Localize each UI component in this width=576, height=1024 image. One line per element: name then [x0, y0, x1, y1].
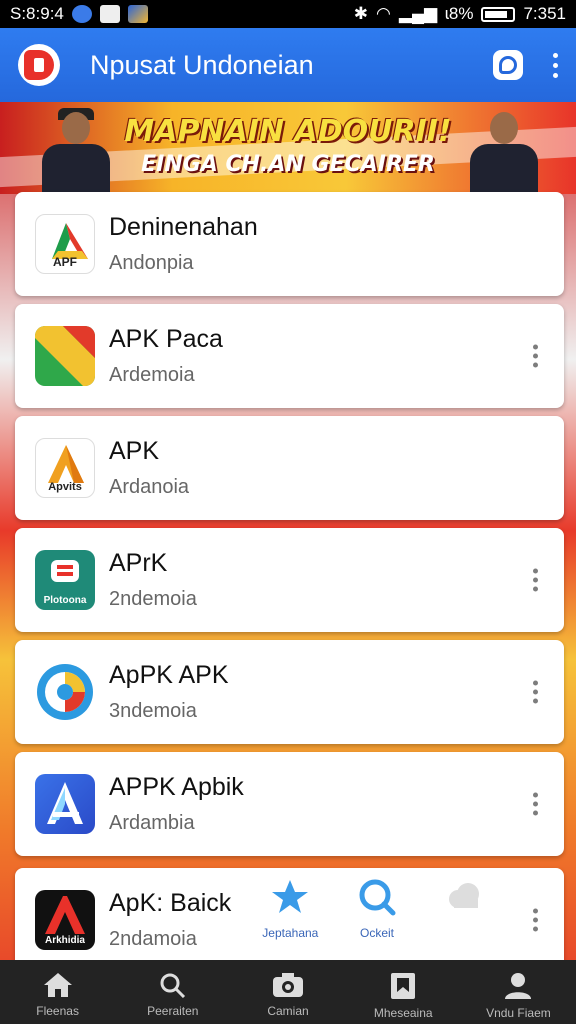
item-menu-icon[interactable]	[533, 680, 538, 704]
nav-item-home[interactable]: Fleenas	[0, 960, 115, 1024]
overflow-menu-icon[interactable]	[553, 52, 558, 78]
nav-item-camera[interactable]: Camian	[230, 960, 345, 1024]
list-item[interactable]: APF Deninenahan Andonpia	[15, 192, 564, 296]
app-subtitle: Ardemoia	[109, 364, 195, 386]
main-content[interactable]: MAPNAIN ADOURII! EINGA CH.AN GECAIRER AP…	[0, 102, 576, 960]
wifi-icon: ◠	[376, 4, 391, 23]
shield-icon[interactable]	[493, 50, 523, 80]
app-subtitle: 2ndemoia	[109, 588, 197, 610]
google-drive-like-icon: APF	[35, 214, 95, 274]
nav-label: Fleenas	[36, 1004, 79, 1018]
circle-swirl-icon	[35, 662, 95, 722]
app-logo-icon[interactable]	[18, 44, 60, 86]
orange-a-icon: Apvits	[35, 438, 95, 498]
app-subtitle: Andonpia	[109, 252, 194, 274]
bookmark-icon	[391, 973, 416, 999]
app-name: Deninenahan	[109, 213, 258, 241]
app-name: APrK	[109, 549, 168, 577]
status-time-left: S:8:9:4	[10, 4, 64, 23]
app-name: ApPK APK	[109, 661, 229, 689]
app-subtitle: 3ndemoia	[109, 700, 197, 722]
nav-item-search[interactable]: Peeraiten	[115, 960, 230, 1024]
camera-icon	[273, 973, 303, 997]
item-menu-icon[interactable]	[533, 792, 538, 816]
app-name: ApK: Baick	[109, 889, 232, 917]
battery-icon	[481, 6, 516, 22]
item-menu-icon[interactable]	[533, 908, 538, 932]
battery-percent: ɩ8%	[445, 4, 474, 23]
nav-item-profile[interactable]: Vndu Fiaem	[461, 960, 576, 1024]
bottom-navigation: Fleenas Peeraiten Camian Mheseaina Vndu …	[0, 960, 576, 1024]
nav-label: Vndu Fiaem	[486, 1006, 551, 1020]
camera-notification-icon	[99, 5, 120, 23]
list-item[interactable]: APPK Apbik Ardambia	[15, 752, 564, 856]
app-name: APK Paca	[109, 325, 223, 353]
banner-title: MAPNAIN ADOURII!	[124, 114, 452, 149]
nav-label: Camian	[267, 1004, 309, 1018]
item-menu-icon[interactable]	[533, 568, 538, 592]
status-bar: S:8:9:4 ✱ ◠ ▂▄▆ ɩ8% 7:351	[0, 0, 576, 28]
quick-action-star[interactable]: Jeptahana	[255, 877, 326, 940]
bluetooth-icon: ✱	[353, 4, 369, 23]
list-item[interactable]: ApPK APK 3ndemoia	[15, 640, 564, 744]
page-title: Npusat Undoneian	[90, 49, 314, 80]
quick-action-search[interactable]: Ockeit	[342, 877, 413, 940]
striped-icon	[35, 326, 95, 386]
cloud-icon	[448, 883, 479, 908]
search-icon	[359, 879, 396, 916]
star-icon	[272, 880, 309, 913]
banner-subtitle: EINGA CH.AN GECAIRER	[141, 152, 435, 177]
nav-label: Mheseaina	[373, 1006, 433, 1020]
quick-action-label: Ockeit	[360, 926, 395, 940]
home-icon	[43, 973, 72, 997]
list-item[interactable]: APK Paca Ardemoia	[15, 304, 564, 408]
app-subtitle: 2ndamoia	[109, 928, 197, 950]
red-a-icon: Arkhidia	[35, 890, 95, 950]
teal-b-icon: Plotoona	[35, 550, 95, 610]
app-name: APPK Apbik	[109, 773, 244, 801]
signal-icon: ▂▄▆	[398, 4, 438, 23]
browser-icon	[71, 5, 92, 23]
quick-action-label: Jeptahana	[262, 926, 319, 940]
app-bar: Npusat Undoneian	[0, 28, 576, 102]
person-icon	[505, 973, 532, 999]
quick-actions: Jeptahana Ockeit	[255, 877, 515, 957]
blue-a-icon	[35, 774, 95, 834]
image-notification-icon	[127, 5, 148, 23]
app-name: APK	[109, 437, 160, 465]
list-item[interactable]: Plotoona APrK 2ndemoia	[15, 528, 564, 632]
search-icon	[160, 973, 185, 998]
promo-banner[interactable]: MAPNAIN ADOURII! EINGA CH.AN GECAIRER	[0, 102, 576, 194]
nav-item-saved[interactable]: Mheseaina	[346, 960, 461, 1024]
nav-label: Peeraiten	[147, 1004, 199, 1018]
item-menu-icon[interactable]	[533, 344, 538, 368]
app-subtitle: Ardanoia	[109, 476, 190, 498]
status-clock: 7:351	[523, 4, 566, 23]
app-subtitle: Ardambia	[109, 812, 195, 834]
list-item[interactable]: Apvits APK Ardanoia	[15, 416, 564, 520]
quick-action-cloud[interactable]	[428, 877, 499, 922]
